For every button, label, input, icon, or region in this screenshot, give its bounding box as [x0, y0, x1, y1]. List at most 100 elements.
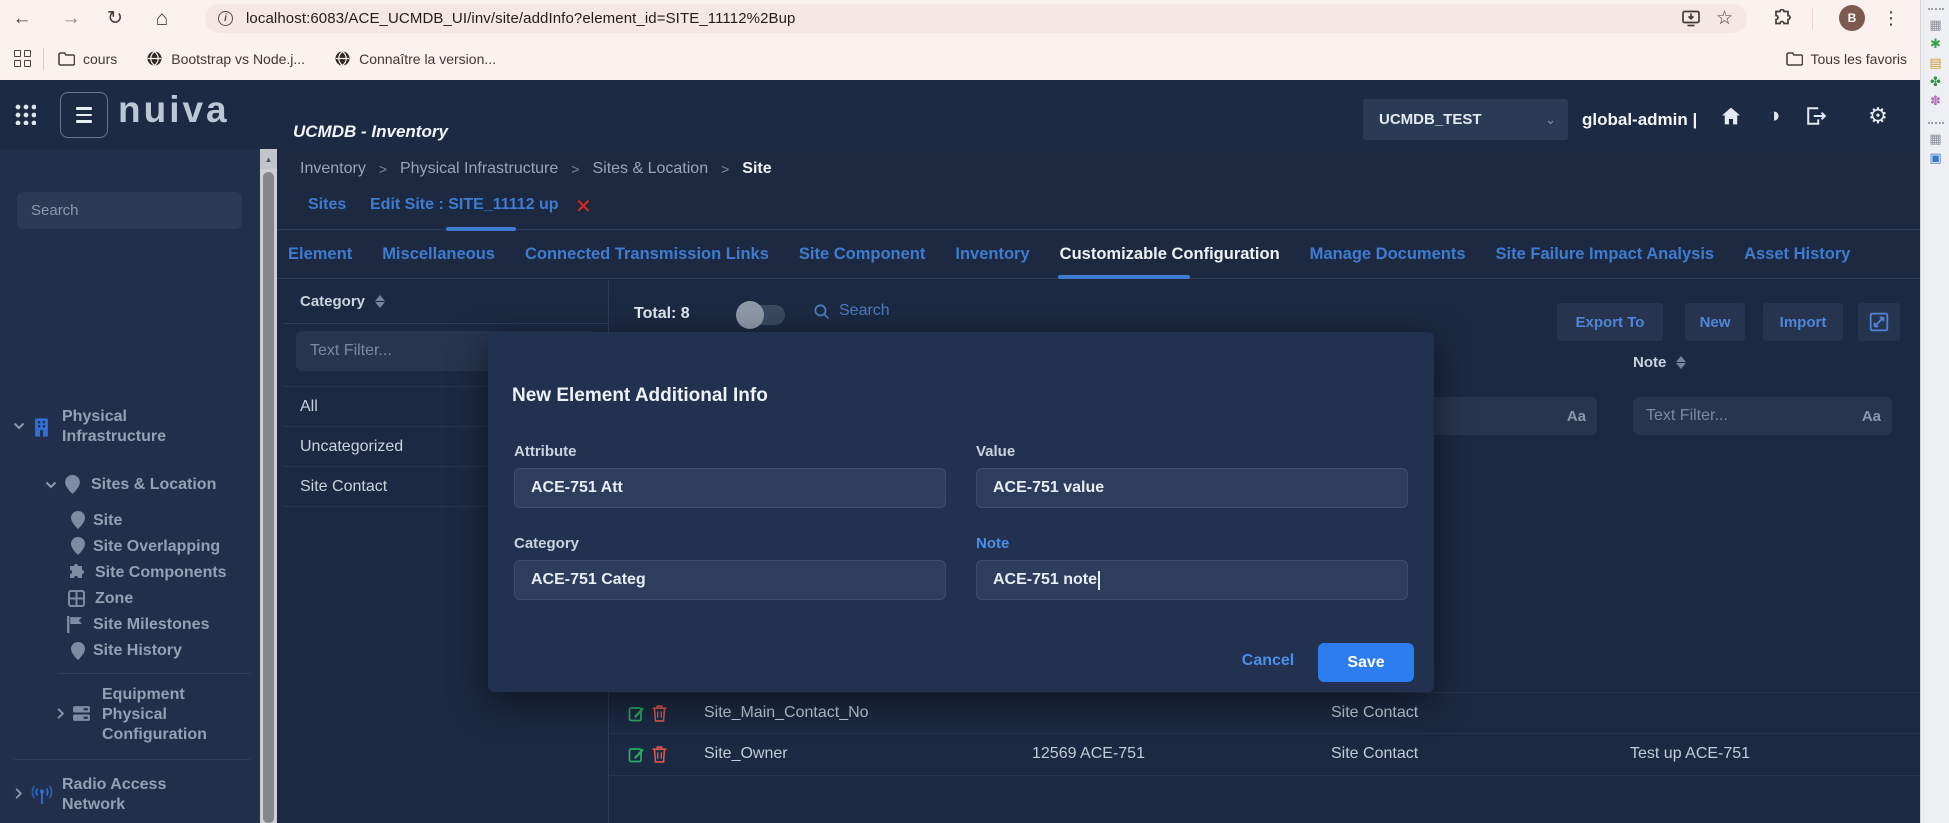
zone-grid-icon: [68, 590, 85, 607]
gear-icon[interactable]: ⚙: [1866, 104, 1890, 128]
bookmark-cours[interactable]: cours: [58, 51, 117, 67]
dock-layers-icon[interactable]: ▦: [1929, 132, 1941, 145]
new-button[interactable]: New: [1685, 303, 1745, 341]
note-column-filter-input[interactable]: Text Filter... Aa: [1633, 397, 1892, 435]
dock-tree-icon[interactable]: ✤: [1930, 75, 1941, 88]
category-header[interactable]: Category: [283, 280, 608, 324]
close-tab-icon[interactable]: ✕: [575, 194, 592, 219]
breadcrumb-sites-location[interactable]: Sites & Location: [592, 160, 708, 178]
chevron-right-icon[interactable]: [54, 707, 68, 721]
sort-icon[interactable]: [375, 295, 385, 308]
dock-windows-icon[interactable]: ▦: [1929, 18, 1941, 31]
scrollbar-thumb[interactable]: [263, 172, 274, 823]
sidebar-scrollbar[interactable]: ▲: [260, 149, 277, 823]
folder-icon: [58, 52, 75, 66]
breadcrumb-physical-infrastructure[interactable]: Physical Infrastructure: [400, 160, 558, 178]
tab-connected-transmission-links[interactable]: Connected Transmission Links: [525, 245, 769, 264]
hamburger-menu-button[interactable]: [60, 92, 108, 138]
chevron-down-icon[interactable]: [44, 478, 58, 492]
toggle-knob[interactable]: [736, 301, 764, 329]
tab-asset-history[interactable]: Asset History: [1744, 245, 1850, 264]
cancel-button[interactable]: Cancel: [1233, 652, 1303, 670]
url-text[interactable]: localhost:6083/ACE_UCMDB_UI/inv/site/add…: [246, 10, 796, 27]
logout-icon[interactable]: [1804, 104, 1828, 128]
location-pin-icon: [71, 642, 85, 660]
note-field[interactable]: ACE-751 note: [976, 560, 1408, 600]
tab-site-component[interactable]: Site Component: [799, 245, 926, 264]
breadcrumb-separator: >: [571, 161, 579, 177]
tab-customizable-configuration[interactable]: Customizable Configuration: [1060, 245, 1280, 264]
all-favorites[interactable]: Tous les favoris: [1786, 51, 1907, 67]
bookmark-star-icon[interactable]: ☆: [1716, 7, 1733, 30]
export-to-button[interactable]: Export To: [1557, 303, 1663, 341]
bookmark-bootstrap-vs-node[interactable]: Bootstrap vs Node.j...: [146, 50, 305, 67]
sidebar-search-input[interactable]: [17, 192, 242, 229]
sort-icon[interactable]: [1676, 356, 1686, 369]
app-title: UCMDB - Inventory: [293, 122, 448, 142]
breadcrumb-separator: >: [721, 161, 729, 177]
dock-copy-icon[interactable]: ▤: [1929, 56, 1941, 69]
dock-drag-handle[interactable]: [1928, 122, 1944, 126]
search-icon: [813, 303, 830, 320]
view-toggle[interactable]: [739, 305, 785, 325]
apps-grid-icon[interactable]: [14, 50, 31, 67]
column-header-note[interactable]: Note: [1633, 354, 1686, 371]
match-case-toggle[interactable]: Aa: [1862, 408, 1881, 425]
extensions-puzzle-icon[interactable]: [1773, 9, 1792, 28]
delete-row-icon[interactable]: [652, 746, 669, 763]
tab-inventory[interactable]: Inventory: [955, 245, 1029, 264]
browser-forward-icon[interactable]: →: [57, 0, 85, 37]
tenant-select[interactable]: UCMDB_TEST ⌄: [1363, 99, 1568, 140]
address-bar[interactable]: i localhost:6083/ACE_UCMDB_UI/inv/site/a…: [205, 4, 1747, 33]
tab-manage-documents[interactable]: Manage Documents: [1310, 245, 1466, 264]
breadcrumb-inventory[interactable]: Inventory: [300, 160, 366, 178]
breadcrumb: Inventory > Physical Infrastructure > Si…: [300, 157, 772, 181]
attribute-field[interactable]: ACE-751 Att: [514, 468, 946, 508]
new-element-additional-info-dialog: New Element Additional Info Attribute Va…: [488, 332, 1434, 692]
tab-edit-site[interactable]: Edit Site : SITE_11112 up: [370, 196, 559, 214]
delete-row-icon[interactable]: [652, 705, 669, 722]
browser-refresh-icon[interactable]: ↻: [101, 0, 129, 37]
save-button[interactable]: Save: [1318, 643, 1414, 682]
edit-row-icon[interactable]: [628, 705, 645, 722]
tab-element[interactable]: Element: [288, 245, 352, 264]
building-icon: [33, 417, 50, 437]
profile-avatar[interactable]: B: [1839, 5, 1865, 31]
section-tabs: Element Miscellaneous Connected Transmis…: [277, 230, 1920, 279]
value-field[interactable]: ACE-751 value: [976, 468, 1408, 508]
chevron-down-icon: ⌄: [1545, 112, 1556, 128]
tab-site-failure-impact-analysis[interactable]: Site Failure Impact Analysis: [1496, 245, 1715, 264]
dock-window-icon[interactable]: ▣: [1929, 151, 1941, 164]
table-search[interactable]: Search: [813, 302, 890, 320]
browser-home-icon[interactable]: ⌂: [148, 0, 176, 37]
edit-row-icon[interactable]: [628, 746, 645, 763]
browser-menu-kebab-icon[interactable]: ⋮: [1877, 0, 1905, 37]
site-info-icon[interactable]: i: [218, 11, 233, 26]
antenna-icon: [31, 785, 53, 805]
dock-people-icon[interactable]: ✽: [1930, 94, 1941, 107]
dialog-title: New Element Additional Info: [512, 385, 768, 407]
dock-drag-handle[interactable]: [1928, 8, 1944, 12]
category-field[interactable]: ACE-751 Categ: [514, 560, 946, 600]
location-pin-icon: [71, 511, 85, 529]
contrast-theme-icon[interactable]: ◑: [1762, 104, 1786, 128]
chevron-down-icon[interactable]: [12, 419, 26, 433]
match-case-toggle[interactable]: Aa: [1567, 408, 1586, 425]
app-launcher-grid-icon[interactable]: [14, 103, 36, 125]
install-app-icon[interactable]: [1682, 10, 1700, 27]
table-row[interactable]: Site_Owner 12569 ACE-751 Site Contact Te…: [609, 734, 1920, 776]
browser-back-icon[interactable]: ←: [8, 0, 36, 37]
tab-miscellaneous[interactable]: Miscellaneous: [382, 245, 495, 264]
category-label: Category: [514, 535, 579, 552]
sidebar: Physical Infrastructure Sites & Location…: [0, 149, 260, 823]
import-button[interactable]: Import: [1763, 303, 1843, 341]
home-icon[interactable]: [1719, 104, 1743, 128]
dock-settings-icon[interactable]: ✱: [1930, 37, 1941, 50]
tab-sites[interactable]: Sites: [308, 196, 346, 214]
bookmark-connaitre-version[interactable]: Connaître la version...: [334, 50, 496, 67]
expand-fullscreen-icon[interactable]: [1858, 303, 1900, 341]
folder-icon: [1786, 52, 1803, 66]
chevron-right-icon[interactable]: [12, 787, 26, 801]
scrollbar-up-arrow[interactable]: ▲: [260, 149, 277, 169]
table-row[interactable]: Site_Main_Contact_No Site Contact: [609, 692, 1920, 734]
